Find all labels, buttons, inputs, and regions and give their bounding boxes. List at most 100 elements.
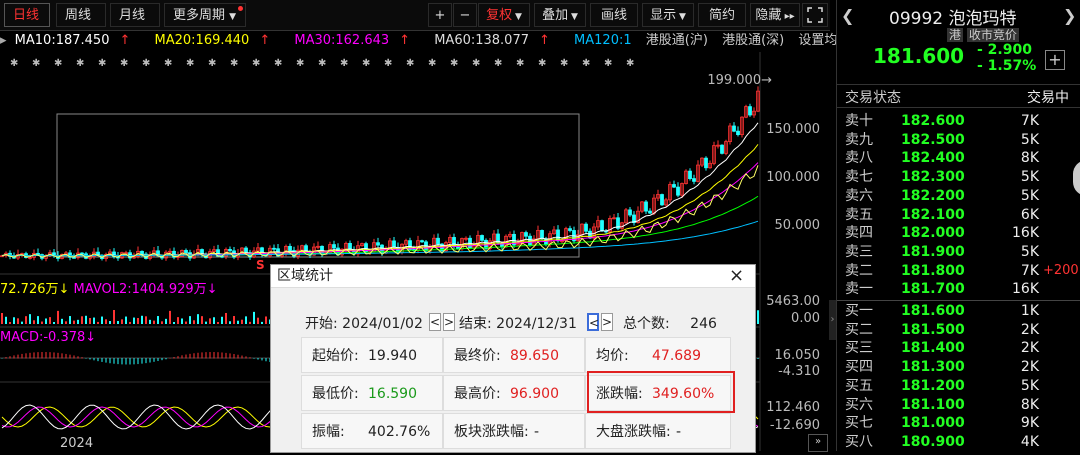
chevron-left-icon[interactable]: ❮ [841, 6, 854, 25]
stat-cell: 均价: 47.689 [585, 337, 731, 373]
bid-row[interactable]: 买五 181.200 5K [837, 377, 1080, 395]
candle-body [676, 186, 680, 196]
orderbook-price: 182.000 [901, 225, 965, 242]
stat-value: 96.900 [510, 386, 559, 402]
chevron-right-icon[interactable]: ❯ [1063, 6, 1076, 25]
candle-body [704, 157, 708, 169]
stock-code: 09992 [889, 9, 944, 29]
ask-row[interactable]: 卖七 182.300 5K [837, 168, 1080, 186]
orderbook-price: 182.600 [901, 113, 965, 129]
ask-row[interactable]: 卖八 182.400 8K [837, 149, 1080, 167]
ma30-label: MA30:162.643 [294, 33, 390, 48]
ask-row[interactable]: 卖六 182.200 5K [837, 187, 1080, 205]
end-prev-button[interactable]: < [587, 313, 599, 331]
zoom-in-button[interactable]: + [428, 3, 452, 27]
stat-cell: 最高价: 96.900 [443, 375, 585, 411]
ask-row[interactable]: 卖四 182.000 16K [837, 224, 1080, 242]
orderbook-label: 卖十 [845, 113, 873, 129]
volume-bar [125, 316, 127, 324]
macd-bar [253, 358, 255, 359]
tab-daily[interactable]: 日线 [4, 3, 50, 27]
marker-dot: ✱ [582, 58, 590, 69]
macd-bar [97, 358, 99, 362]
fullscreen-icon[interactable] [802, 3, 828, 27]
simple-mode-button[interactable]: 简约 [698, 3, 746, 27]
hide-button[interactable]: 隐藏 ▸▸ [750, 3, 800, 27]
display-button[interactable]: 显示 ▼ [642, 3, 694, 27]
panel-collapse-handle[interactable]: › [829, 300, 836, 340]
orderbook-price: 182.500 [901, 131, 965, 148]
orderbook-price: 181.100 [901, 396, 965, 413]
start-next-button[interactable]: > [443, 313, 455, 331]
zoom-out-button[interactable]: − [453, 3, 477, 27]
volume-bar [113, 310, 115, 324]
orderbook-vol: 2K [1020, 359, 1039, 376]
hk-connect-sh[interactable]: 港股通(沪) [646, 33, 708, 48]
volume-bar [25, 316, 27, 324]
ask-row[interactable]: 卖十 182.600 7K [837, 112, 1080, 130]
candle-body [588, 230, 592, 239]
macd-bar [145, 358, 147, 364]
add-watchlist-icon[interactable]: + [1045, 50, 1065, 70]
close-icon[interactable]: × [729, 265, 744, 287]
orderbook-vol: 2K [1020, 340, 1039, 357]
chart-toolbar: 日线 周线 月线 更多周期 ▼ + − 复权 ▼ 叠加 ▼ 画线 显示 ▼ 简约… [0, 0, 830, 31]
candle-body [660, 194, 664, 206]
volume-bar [229, 321, 231, 324]
fuquan-label: 复权 [486, 8, 513, 23]
tab-monthly[interactable]: 月线 [110, 3, 160, 27]
macd-bar [153, 358, 155, 362]
macd-bar [169, 357, 171, 359]
orderbook-vol: 5K [1020, 131, 1039, 148]
bid-row[interactable]: 买六 181.100 8K [837, 396, 1080, 414]
volume-bar [177, 317, 179, 324]
bid-row[interactable]: 买三 181.400 2K [837, 339, 1080, 357]
ma-collapse-icon[interactable]: ▸ [0, 33, 7, 48]
orderbook-label: 卖九 [845, 131, 873, 148]
draw-line-button[interactable]: 画线 [590, 3, 638, 27]
vol-value: 72.726万 [0, 282, 59, 297]
volume-bar [29, 314, 31, 324]
macd-bar [69, 354, 71, 359]
volume-bar [21, 321, 23, 324]
ask-row[interactable]: 卖一 181.700 16K [837, 280, 1080, 298]
orderbook-label: 买八 [845, 433, 873, 450]
candle-body [140, 250, 144, 255]
y-tick-50: 50.000 [774, 218, 821, 233]
ask-row[interactable]: 卖五 182.100 6K [837, 206, 1080, 224]
caret-down-icon: ▼ [568, 12, 578, 22]
orderbook-vol: 5K [1020, 169, 1039, 186]
overlay-button[interactable]: 叠加 ▼ [534, 3, 586, 27]
caret-down-icon: ▼ [229, 12, 237, 22]
macd-bar [245, 356, 247, 359]
bid-row[interactable]: 买二 181.500 2K [837, 321, 1080, 339]
fuquan-button[interactable]: 复权 ▼ [478, 3, 530, 27]
bid-row[interactable]: 买七 181.000 9K [837, 414, 1080, 432]
marker-dot: ✱ [538, 58, 546, 69]
volume-bar [201, 316, 203, 324]
orderbook-vol: 1K [1020, 303, 1039, 319]
bid-row[interactable]: 买四 181.300 2K [837, 358, 1080, 376]
ask-row[interactable]: 卖三 181.900 5K [837, 243, 1080, 261]
volume-bar [249, 321, 251, 324]
volume-bar [213, 317, 215, 324]
ask-row[interactable]: 卖九 182.500 5K [837, 131, 1080, 149]
start-prev-button[interactable]: < [429, 313, 441, 331]
tab-weekly[interactable]: 周线 [56, 3, 106, 27]
candle-body [228, 249, 232, 252]
candle-body [540, 230, 544, 240]
hk-connect-sz[interactable]: 港股通(深) [722, 33, 784, 48]
quote-panel: ❮ 09992 泡泡玛特 ❯ 港 收市竞价 181.600 - 2.900 - … [836, 0, 1080, 451]
scroll-right-icon[interactable]: » [808, 434, 828, 452]
ma60-arrow-up-icon: ↑ [539, 33, 550, 48]
ask-row[interactable]: 卖二 181.800 7K +200 [837, 262, 1080, 280]
end-next-button[interactable]: > [601, 313, 613, 331]
tab-more-periods[interactable]: 更多周期 ▼ [164, 3, 246, 27]
candle-body [244, 247, 248, 254]
macd-bar [57, 352, 59, 359]
orderbook-price: 181.000 [901, 415, 965, 432]
bid-row[interactable]: 买一 181.600 1K [837, 302, 1080, 320]
stat-value: - [676, 424, 682, 440]
macd-bar [73, 355, 75, 359]
bid-row[interactable]: 买八 180.900 4K [837, 433, 1080, 451]
